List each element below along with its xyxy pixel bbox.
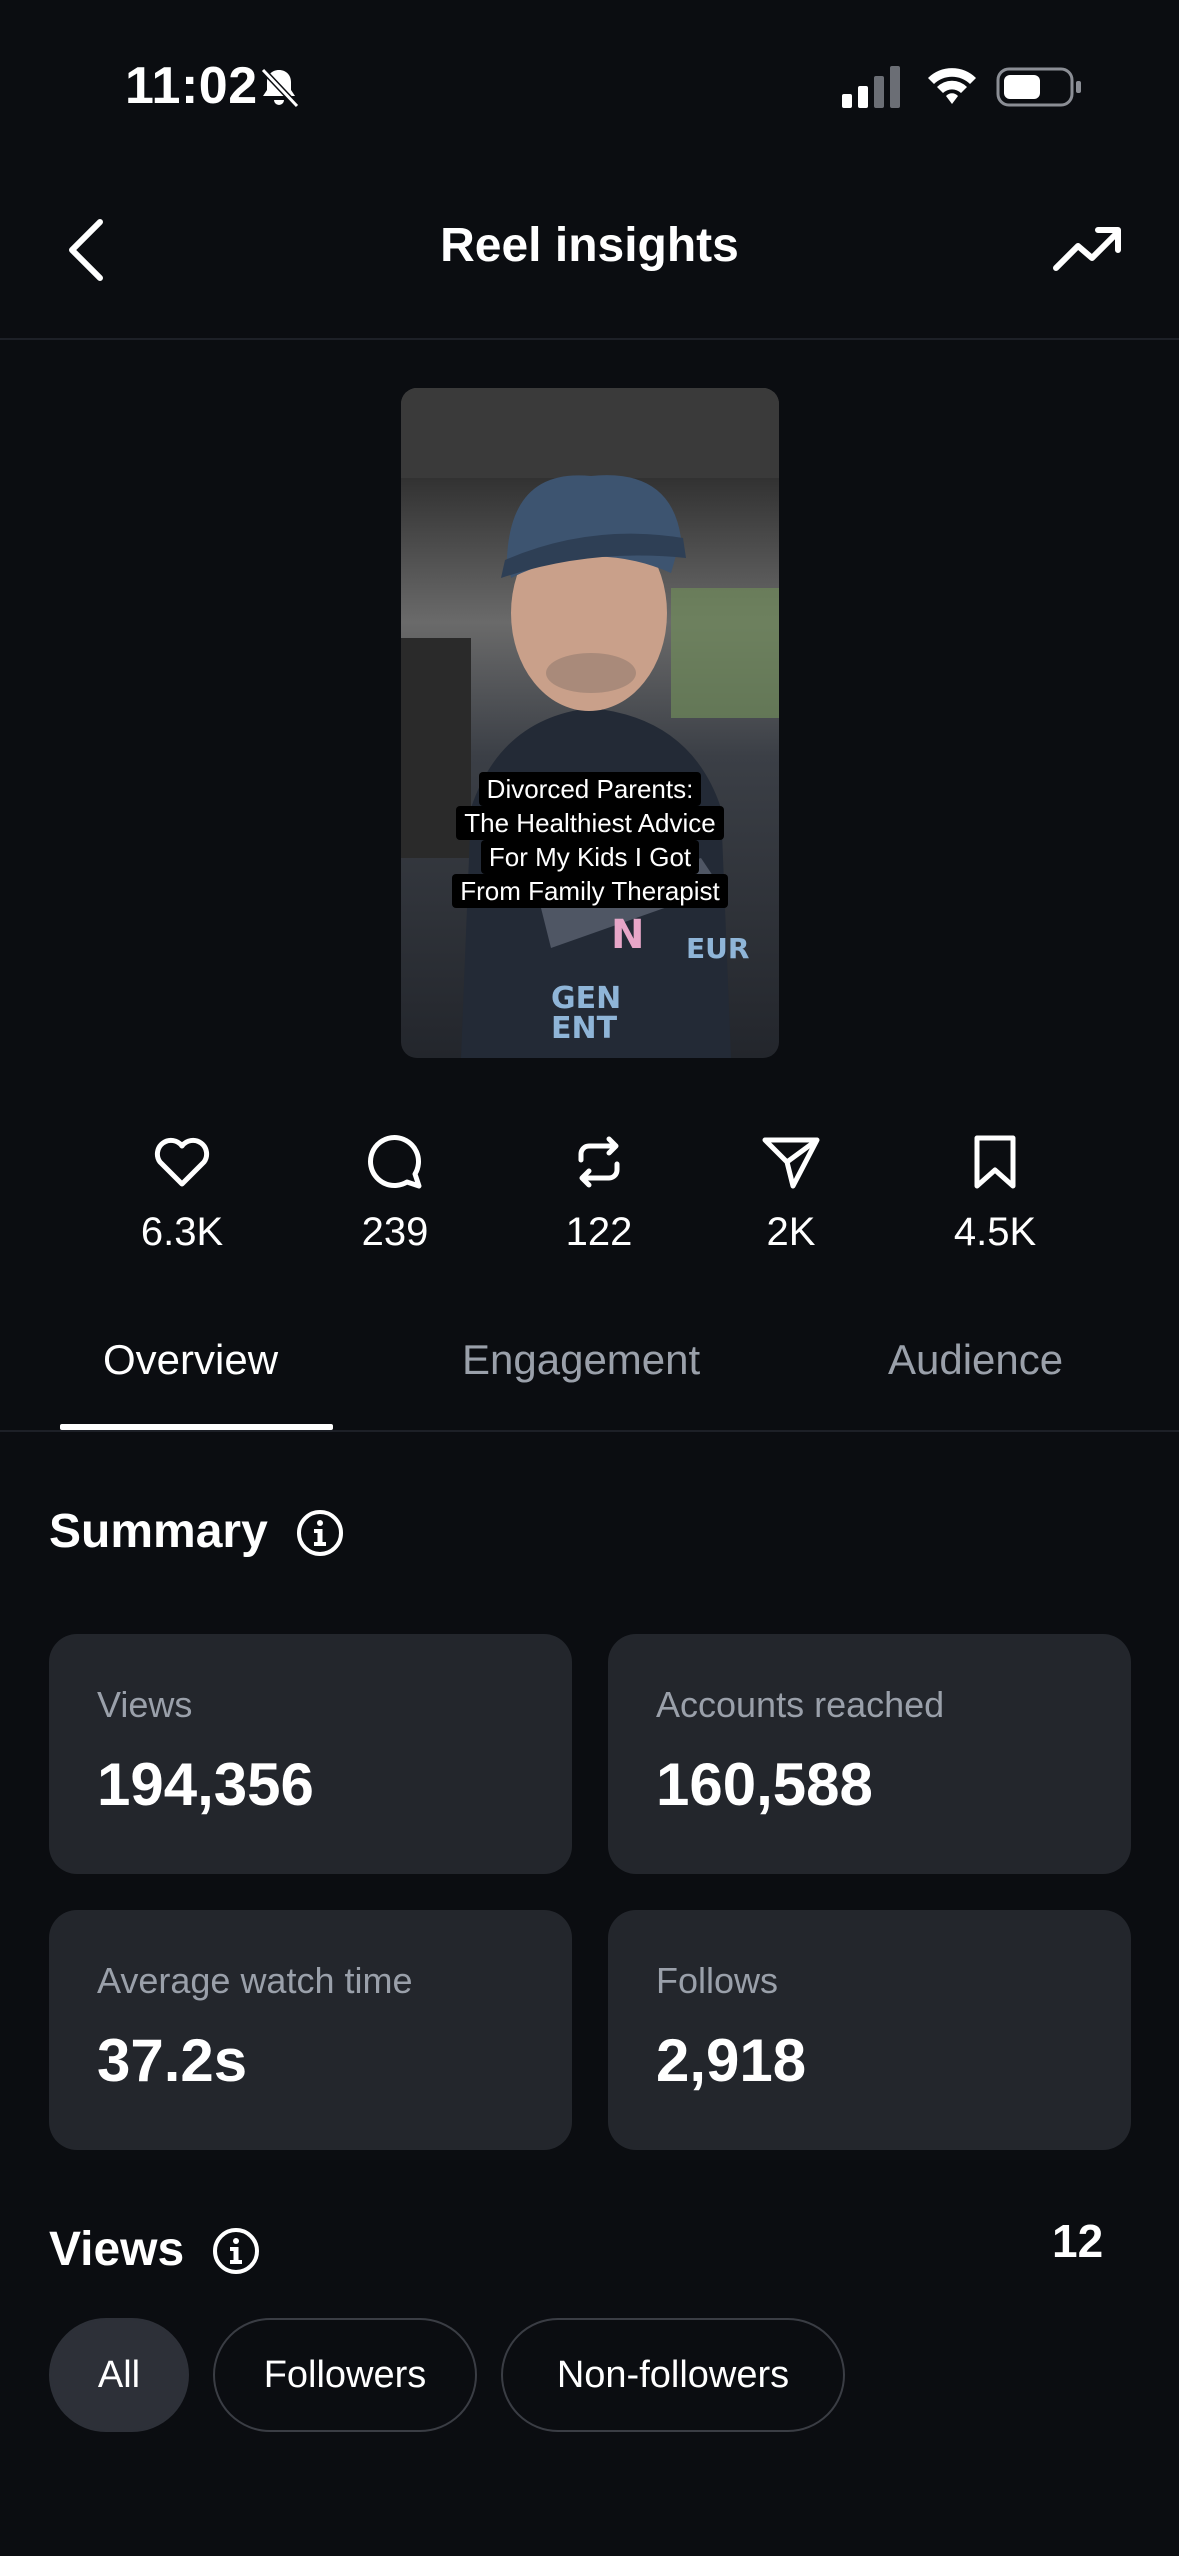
page-title: Reel insights [440, 219, 739, 272]
views-title: Views [49, 2223, 185, 2276]
bell-muted-icon [260, 67, 300, 109]
comment-icon [368, 1135, 422, 1189]
stats-row: 6.3K 239 122 2K 4.5K [0, 1130, 1179, 1280]
svg-text:EUR: EUR [686, 932, 749, 965]
summary-card-follows[interactable]: Follows 2,918 [608, 1910, 1131, 2150]
card-value: 37.2s [97, 2027, 248, 2094]
stat-value: 239 [361, 1210, 429, 1254]
stat-value: 122 [565, 1210, 633, 1254]
card-value: 2,918 [656, 2027, 807, 2094]
info-icon[interactable] [295, 1508, 345, 1558]
svg-text:N: N [611, 912, 644, 958]
summary-card-views[interactable]: Views 194,356 [49, 1634, 572, 1874]
card-label: Views [97, 1684, 193, 1725]
wifi-icon [928, 68, 976, 104]
status-time: 11:02 [125, 57, 258, 115]
tab-engagement[interactable]: Engagement [462, 1336, 700, 1384]
reel-caption-line: For My Kids I Got [480, 840, 700, 874]
signal-icon [842, 66, 900, 108]
tab-audience[interactable]: Audience [888, 1336, 1063, 1384]
nav-bar: Reel insights [0, 170, 1179, 340]
stat-value: 2K [766, 1210, 816, 1254]
stat-reposts: 122 [519, 1130, 679, 1255]
active-tab-indicator [60, 1424, 333, 1430]
filter-followers[interactable]: Followers [213, 2318, 477, 2432]
summary-title: Summary [49, 1505, 268, 1558]
stat-shares: 2K [711, 1130, 871, 1255]
bookmark-icon [974, 1135, 1016, 1189]
reel-thumbnail[interactable]: N GEN ENT EUR Divorced Parents: The Heal… [401, 388, 779, 1058]
stat-saves: 4.5K [915, 1130, 1075, 1255]
summary-card-average-watch-time[interactable]: Average watch time 37.2s [49, 1910, 572, 2150]
card-value: 160,588 [656, 1751, 873, 1818]
reel-caption-line: Divorced Parents: [478, 772, 702, 806]
reel-caption: Divorced Parents: The Healthiest Advice … [401, 772, 779, 908]
insights-tabs: Overview Engagement Audience [0, 1290, 1179, 1432]
repost-icon [578, 1136, 620, 1188]
summary-card-accounts-reached[interactable]: Accounts reached 160,588 [608, 1634, 1131, 1874]
svg-text:ENT: ENT [551, 1011, 618, 1046]
status-bar: 11:02 [0, 0, 1179, 150]
filter-all[interactable]: All [49, 2318, 189, 2432]
share-icon [762, 1137, 820, 1189]
card-value: 194,356 [97, 1751, 314, 1818]
reel-caption-line: From Family Therapist [452, 874, 728, 908]
views-counter: 12 [1052, 2215, 1104, 2267]
filter-non-followers[interactable]: Non-followers [501, 2318, 845, 2432]
card-label: Accounts reached [656, 1684, 945, 1725]
stat-value: 4.5K [953, 1210, 1037, 1254]
heart-icon [154, 1137, 210, 1187]
card-label: Average watch time [97, 1960, 413, 2001]
tab-overview[interactable]: Overview [103, 1336, 278, 1384]
reel-thumbnail-image: N GEN ENT EUR [401, 388, 779, 1058]
info-icon[interactable] [211, 2226, 261, 2276]
reel-caption-line: The Healthiest Advice [456, 806, 724, 840]
trending-up-icon[interactable] [1052, 218, 1124, 278]
card-label: Follows [656, 1960, 779, 2001]
stat-likes: 6.3K [102, 1130, 262, 1255]
stat-comments: 239 [315, 1130, 475, 1255]
stat-value: 6.3K [140, 1210, 224, 1254]
battery-icon [996, 67, 1081, 107]
